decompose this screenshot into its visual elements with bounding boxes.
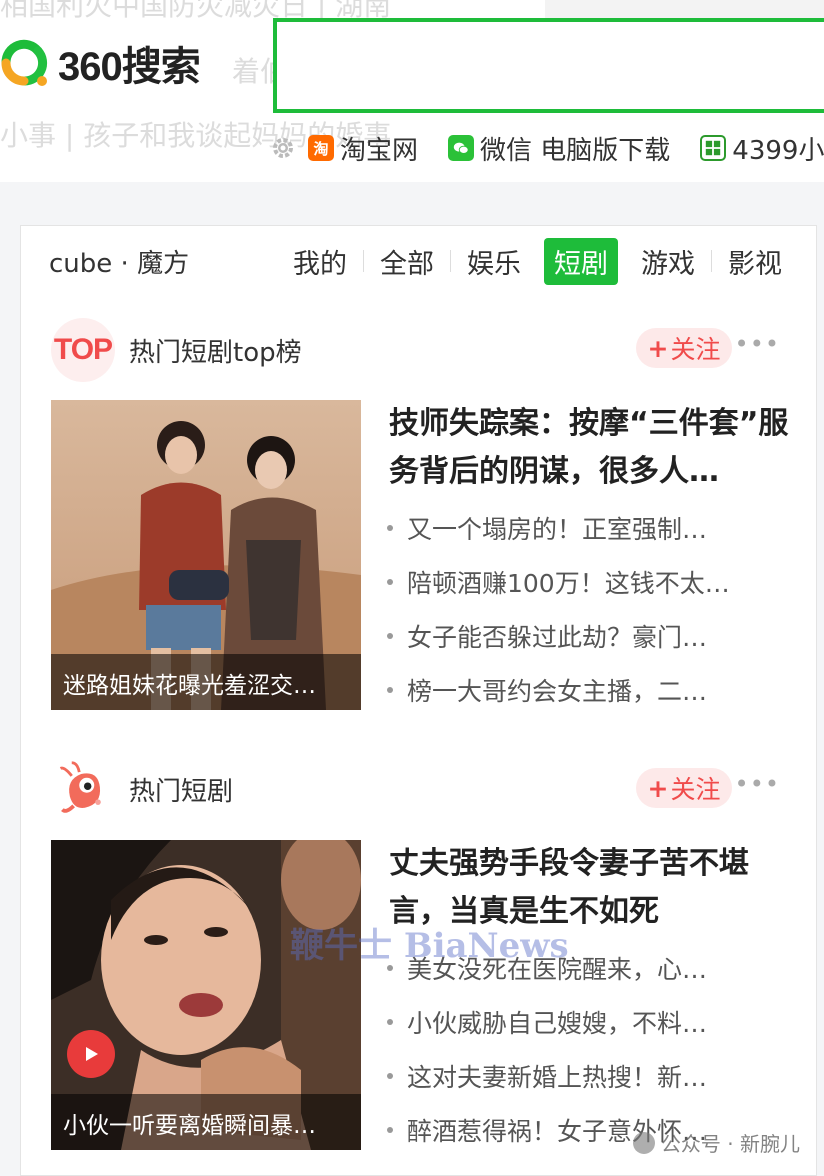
feed-card: TOP 热门短剧top榜 + 关注 ••• 迷路姐妹花曝光羞涩交… 技师失踪案：…: [20, 296, 817, 736]
related-title: 陪顿酒赚100万！这钱不太…: [407, 569, 730, 598]
gear-icon[interactable]: [270, 135, 296, 161]
shrimp-icon: [51, 757, 115, 821]
search-input[interactable]: [277, 22, 824, 109]
bianews-watermark: 鞭牛士 BiaNews: [290, 926, 569, 966]
4399-icon: [700, 135, 727, 161]
wechat-icon: [448, 135, 475, 161]
related-title: 小伙威胁自己嫂嫂，不料…: [407, 1009, 708, 1038]
more-options-icon[interactable]: •••: [735, 770, 780, 798]
tab-mine[interactable]: 我的: [283, 238, 357, 285]
tab-divider: [711, 250, 712, 272]
bullet-icon: [387, 579, 393, 585]
bullet-icon: [387, 687, 393, 693]
tab-games[interactable]: 游戏: [631, 238, 705, 285]
top-badge-avatar: TOP: [51, 318, 115, 382]
cube-title: cube · 魔方: [49, 248, 190, 279]
quick-link-wechat[interactable]: 微信 电脑版下载: [448, 130, 670, 167]
quick-link-label: 微信 电脑版下载: [480, 135, 671, 166]
list-item[interactable]: 又一个塌房的！正室强制…: [387, 501, 730, 555]
plus-icon: +: [647, 773, 669, 803]
tab-all[interactable]: 全部: [370, 238, 444, 285]
related-list: 又一个塌房的！正室强制… 陪顿酒赚100万！这钱不太… 女子能否躲过此劫？豪门……: [387, 501, 730, 717]
bullet-icon: [387, 525, 393, 531]
video-thumbnail[interactable]: 小伙一听要离婚瞬间暴…: [51, 840, 361, 1150]
list-item[interactable]: 这对夫妻新婚上热搜！新…: [387, 1049, 707, 1103]
avatar-text: TOP: [53, 333, 113, 366]
tab-short-drama[interactable]: 短剧: [544, 237, 618, 285]
top-header: 相国利火中国防灾减灾日 | 湖南 着伯 小事 | 孩子和我谈起妈妈的婚事 360…: [0, 0, 824, 182]
list-item[interactable]: 小伙威胁自己嫂嫂，不料…: [387, 995, 707, 1049]
logo-ring-icon: [0, 37, 48, 89]
follow-label: 关注: [670, 335, 721, 364]
list-item[interactable]: 女子能否躲过此劫？豪门…: [387, 609, 730, 663]
tab-video[interactable]: 影视: [718, 238, 792, 285]
tab-divider: [363, 250, 364, 272]
related-title: 这对夫妻新婚上热搜！新…: [407, 1063, 708, 1092]
follow-button[interactable]: + 关注: [636, 768, 732, 808]
related-title: 榜一大哥约会女主播，二…: [407, 677, 708, 706]
quick-link-taobao[interactable]: 淘 淘宝网: [308, 130, 418, 167]
bullet-icon: [387, 633, 393, 639]
wechat-watermark: 公众号 · 新腕儿: [632, 1128, 800, 1157]
watermark-text: 公众号 · 新腕儿: [660, 1132, 800, 1156]
ghost-banner: [545, 0, 824, 18]
wechat-icon: [632, 1131, 655, 1154]
follow-button[interactable]: + 关注: [636, 328, 732, 368]
list-item[interactable]: 榜一大哥约会女主播，二…: [387, 663, 730, 717]
more-options-icon[interactable]: •••: [735, 330, 780, 358]
feed-source[interactable]: 热门短剧: [51, 757, 233, 821]
logo-360-search[interactable]: 360搜索: [0, 34, 201, 92]
list-item[interactable]: 陪顿酒赚100万！这钱不太…: [387, 555, 730, 609]
taobao-icon: 淘: [308, 135, 334, 161]
related-title: 又一个塌房的！正室强制…: [407, 515, 708, 544]
related-title: 女子能否躲过此劫？豪门…: [407, 623, 708, 652]
quick-links: 淘 淘宝网 微信 电脑版下载 4399小: [270, 128, 824, 168]
tab-list: 我的 全部 娱乐 短剧 游戏 影视: [283, 237, 792, 285]
video-thumbnail[interactable]: 迷路姐妹花曝光羞涩交…: [51, 400, 361, 710]
headline-link[interactable]: 技师失踪案：按摩“三件套”服务背后的阴谋，很多人…: [389, 400, 789, 496]
feed-source-name: 热门短剧: [129, 776, 234, 807]
bullet-icon: [387, 1073, 393, 1079]
tab-divider: [450, 250, 451, 272]
tab-entertainment[interactable]: 娱乐: [457, 238, 531, 285]
quick-link-label: 4399小: [732, 135, 824, 166]
quick-link-label: 淘宝网: [340, 135, 419, 166]
thumbnail-caption: 小伙一听要离婚瞬间暴…: [51, 1094, 361, 1150]
related-list: 美女没死在医院醒来，心… 小伙威胁自己嫂嫂，不料… 这对夫妻新婚上热搜！新… 醉…: [387, 941, 707, 1157]
feed-source[interactable]: TOP 热门短剧top榜: [51, 318, 302, 382]
plus-icon: +: [647, 333, 669, 363]
quick-link-4399[interactable]: 4399小: [700, 130, 824, 167]
feed-source-name: 热门短剧top榜: [129, 337, 302, 368]
search-box[interactable]: [273, 18, 824, 113]
cube-tabs-bar: cube · 魔方 我的 全部 娱乐 短剧 游戏 影视: [20, 225, 817, 297]
bullet-icon: [387, 1127, 393, 1133]
bullet-icon: [387, 1019, 393, 1025]
play-icon[interactable]: [67, 1030, 115, 1078]
thumbnail-caption: 迷路姐妹花曝光羞涩交…: [51, 654, 361, 710]
follow-label: 关注: [670, 775, 721, 804]
logo-text: 360搜索: [58, 45, 201, 89]
